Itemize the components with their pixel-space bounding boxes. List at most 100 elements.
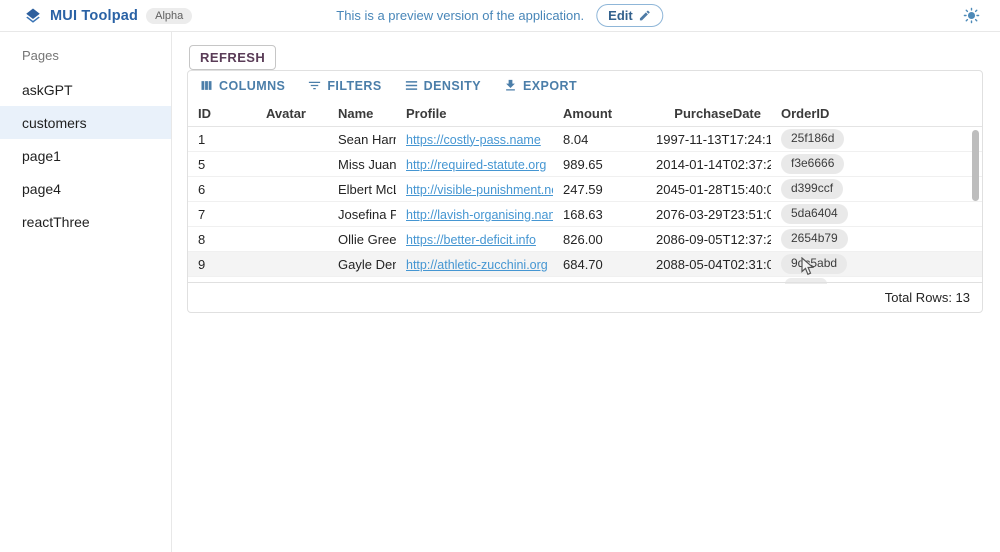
export-button[interactable]: EXPORT xyxy=(498,74,582,97)
sidebar-item-label: askGPT xyxy=(22,82,73,98)
column-header-profile[interactable]: Profile xyxy=(396,106,553,121)
cell-amount: 684.70 xyxy=(553,257,646,272)
cell-id: 5 xyxy=(188,157,256,172)
columns-button[interactable]: COLUMNS xyxy=(194,74,290,97)
sidebar-item-page1[interactable]: page1 xyxy=(0,139,171,172)
cell-profile: http://lavish-organising.name xyxy=(396,207,553,222)
cell-purchasedate: 2088-05-04T02:31:03.294Z xyxy=(646,257,771,272)
cell-orderid: d399ccf xyxy=(771,179,982,199)
sidebar-section-label: Pages xyxy=(0,40,171,73)
edit-button-label: Edit xyxy=(608,8,633,23)
table-row[interactable]: 6 Elbert McL... http://visible-punishmen… xyxy=(188,177,982,202)
sidebar-item-label: customers xyxy=(22,115,87,131)
cell-profile: http://visible-punishment.net xyxy=(396,182,553,197)
vertical-scrollbar-thumb[interactable] xyxy=(972,130,979,201)
theme-toggle-button[interactable] xyxy=(963,7,980,24)
total-rows-label: Total Rows: 13 xyxy=(885,290,970,305)
sidebar-item-label: page1 xyxy=(22,148,61,164)
cell-id: 9 xyxy=(188,257,256,272)
table-row[interactable]: 9 Gayle Den... http://athletic-zucchini.… xyxy=(188,252,982,277)
layers-icon xyxy=(24,7,42,25)
orderid-chip: 5da6404 xyxy=(781,204,848,224)
cell-id: 6 xyxy=(188,182,256,197)
cell-amount: 989.65 xyxy=(553,157,646,172)
cell-amount: 826.00 xyxy=(553,232,646,247)
profile-link[interactable]: http://required-statute.org xyxy=(406,158,546,172)
filters-button[interactable]: FILTERS xyxy=(302,74,386,97)
density-icon xyxy=(404,78,419,93)
cell-name: Josefina P... xyxy=(328,207,396,222)
sidebar-item-label: page4 xyxy=(22,181,61,197)
profile-link[interactable]: https://costly-pass.name xyxy=(406,133,541,147)
table-row[interactable]: 5 Miss Juan ... http://required-statute.… xyxy=(188,152,982,177)
column-header-avatar[interactable]: Avatar xyxy=(256,106,328,121)
cell-id: 1 xyxy=(188,132,256,147)
download-icon xyxy=(503,78,518,93)
cell-name: Ollie Green... xyxy=(328,232,396,247)
cell-orderid: 25f186d xyxy=(771,129,982,149)
orderid-chip: 2654b79 xyxy=(781,229,848,249)
orderid-chip: 9dc5abd xyxy=(781,254,847,274)
filter-list-icon xyxy=(307,78,322,93)
view-columns-icon xyxy=(199,78,214,93)
sidebar-item-page4[interactable]: page4 xyxy=(0,172,171,205)
cell-amount: 247.59 xyxy=(553,182,646,197)
profile-link[interactable]: http://lavish-organising.name xyxy=(406,208,553,222)
orderid-chip: f3e6666 xyxy=(781,154,844,174)
cell-orderid: 2654b79 xyxy=(771,229,982,249)
sun-icon xyxy=(963,7,980,24)
profile-link[interactable]: https://better-deficit.info xyxy=(406,233,536,247)
column-header-orderid[interactable]: OrderID xyxy=(771,106,982,121)
pencil-icon xyxy=(639,9,652,22)
data-grid: COLUMNS FILTERS DENSITY EXPORT ID Avatar… xyxy=(187,70,983,313)
refresh-button[interactable]: REFRESH xyxy=(189,45,276,70)
cell-name: Elbert McL... xyxy=(328,182,396,197)
cell-orderid: 5da6404 xyxy=(771,204,982,224)
table-row[interactable]: 8 Ollie Green... https://better-deficit.… xyxy=(188,227,982,252)
orderid-chip: d399ccf xyxy=(781,179,843,199)
cell-purchasedate: 1997-11-13T17:24:11.769Z xyxy=(646,132,771,147)
cell-profile: http://required-statute.org xyxy=(396,157,553,172)
edit-button[interactable]: Edit xyxy=(596,4,664,27)
cell-purchasedate: 2045-01-28T15:40:06.325Z xyxy=(646,182,771,197)
app-title: MUI Toolpad xyxy=(50,8,138,24)
cell-purchasedate: 2086-09-05T12:37:27.015Z xyxy=(646,232,771,247)
sidebar-item-reactthree[interactable]: reactThree xyxy=(0,205,171,238)
version-badge: Alpha xyxy=(146,8,192,24)
main-content: REFRESH COLUMNS FILTERS DENSITY EXPORT xyxy=(173,32,1000,552)
cell-name: Miss Juan ... xyxy=(328,157,396,172)
table-row[interactable]: 1 Sean Harris https://costly-pass.name 8… xyxy=(188,127,982,152)
cell-orderid: 9dc5abd xyxy=(771,254,982,274)
cell-purchasedate: 2014-01-14T02:37:28.536Z xyxy=(646,157,771,172)
column-header-amount[interactable]: Amount xyxy=(553,106,646,121)
cell-id: 8 xyxy=(188,232,256,247)
sidebar-item-askgpt[interactable]: askGPT xyxy=(0,73,171,106)
profile-link[interactable]: http://visible-punishment.net xyxy=(406,183,553,197)
cell-id: 7 xyxy=(188,207,256,222)
app-logo[interactable]: MUI Toolpad Alpha xyxy=(0,7,192,25)
cell-amount: 8.04 xyxy=(553,132,646,147)
column-header-purchasedate[interactable]: PurchaseDate xyxy=(646,106,771,121)
profile-link[interactable]: http://athletic-zucchini.org xyxy=(406,258,548,272)
column-header-name[interactable]: Name xyxy=(328,106,396,121)
table-row[interactable]: 7 Josefina P... http://lavish-organising… xyxy=(188,202,982,227)
cell-name: Sean Harris xyxy=(328,132,396,147)
sidebar-item-label: reactThree xyxy=(22,214,90,230)
app-bar: MUI Toolpad Alpha This is a preview vers… xyxy=(0,0,1000,32)
cell-amount: 168.63 xyxy=(553,207,646,222)
cell-orderid: f3e6666 xyxy=(771,154,982,174)
preview-banner: This is a preview version of the applica… xyxy=(336,4,663,27)
sidebar-item-customers[interactable]: customers xyxy=(0,106,171,139)
cell-profile: https://better-deficit.info xyxy=(396,232,553,247)
orderid-chip: 25f186d xyxy=(781,129,844,149)
density-button[interactable]: DENSITY xyxy=(399,74,486,97)
cell-profile: http://athletic-zucchini.org xyxy=(396,257,553,272)
grid-footer: Total Rows: 13 xyxy=(188,282,982,312)
cell-name: Gayle Den... xyxy=(328,257,396,272)
cell-purchasedate: 2076-03-29T23:51:07.968Z xyxy=(646,207,771,222)
sidebar: Pages askGPT customers page1 page4 react… xyxy=(0,32,172,552)
column-header-id[interactable]: ID xyxy=(188,106,256,121)
cell-profile: https://costly-pass.name xyxy=(396,132,553,147)
preview-banner-text: This is a preview version of the applica… xyxy=(336,8,584,23)
grid-header-row: ID Avatar Name Profile Amount PurchaseDa… xyxy=(188,100,982,127)
